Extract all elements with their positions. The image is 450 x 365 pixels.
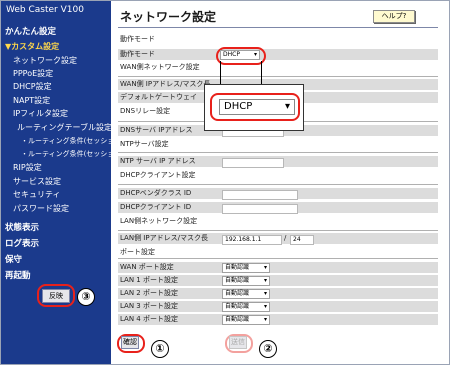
ntp-input[interactable] <box>222 158 284 168</box>
section-ntp: NTPサーバ設定 <box>120 140 169 148</box>
section-dns-relay: DNSリレー設定 <box>120 107 171 115</box>
separator <box>118 184 438 185</box>
port-select[interactable]: 自動認識 <box>222 263 270 273</box>
sidebar-item-service[interactable]: サービス設定 <box>13 176 61 187</box>
sidebar: Web Caster V100 かんたん設定 ▼カスタム設定 ネットワーク設定 … <box>1 1 129 364</box>
separator <box>118 258 438 259</box>
sidebar-item-custom-setup[interactable]: ▼カスタム設定 <box>5 41 59 52</box>
section-dhcp-client: DHCPクライアント設定 <box>120 171 196 179</box>
port-label: LAN 1 ポート設定 <box>120 276 178 284</box>
sidebar-item-password[interactable]: パスワード設定 <box>13 203 69 214</box>
port-label: WAN ポート設定 <box>120 263 174 271</box>
annotation-3: ③ <box>77 288 95 306</box>
port-row: LAN 1 ポート設定 自動認識 <box>118 275 438 286</box>
help-button[interactable]: ヘルプ? <box>373 10 415 23</box>
sidebar-item-easy-setup[interactable]: かんたん設定 <box>5 25 56 37</box>
client-id-input[interactable] <box>222 204 298 214</box>
lan-mask-separator: / <box>284 234 287 242</box>
section-mode: 動作モード <box>120 35 155 43</box>
section-port: ポート設定 <box>120 248 155 256</box>
vendor-class-input[interactable] <box>222 190 298 200</box>
mode-row: 動作モード <box>118 49 438 60</box>
zoom-mode-select[interactable]: DHCP <box>219 99 295 115</box>
separator <box>118 152 438 153</box>
confirm-button[interactable]: 確認 <box>121 336 139 349</box>
annotation-1: ① <box>151 340 169 358</box>
section-wan: WAN側ネットワーク設定 <box>120 63 200 71</box>
separator <box>118 230 438 231</box>
sidebar-item-napt[interactable]: NAPT設定 <box>13 95 50 106</box>
port-select[interactable]: 自動認識 <box>222 276 270 286</box>
sidebar-item-status[interactable]: 状態表示 <box>5 221 39 233</box>
sidebar-item-ip-filter[interactable]: IPフィルタ設定 <box>13 108 68 119</box>
sidebar-item-routing-session1[interactable]: ・ルーティング条件(セッション1) <box>21 136 129 146</box>
wan-ip-label: WAN側 IPアドレス/マスク長 <box>120 80 211 88</box>
dns-server-label: DNSサーバ IPアドレス <box>120 126 193 134</box>
sidebar-item-routing-session2[interactable]: ・ルーティング条件(セッション2) <box>21 149 129 159</box>
reflect-button[interactable]: 反映 <box>42 289 70 303</box>
title-underline <box>118 27 438 28</box>
sidebar-item-log[interactable]: ログ表示 <box>5 237 39 249</box>
separator <box>118 76 438 77</box>
sidebar-item-pppoe[interactable]: PPPoE設定 <box>13 68 53 79</box>
sidebar-item-security[interactable]: セキュリティ <box>13 189 61 200</box>
port-row: LAN 2 ポート設定 自動認識 <box>118 288 438 299</box>
port-select[interactable]: 自動認識 <box>222 302 270 312</box>
ntp-label: NTP サーバ IP アドレス <box>120 157 196 165</box>
sidebar-item-network[interactable]: ネットワーク設定 <box>13 55 77 66</box>
port-select[interactable]: 自動認識 <box>222 289 270 299</box>
gateway-label: デフォルトゲートウェイ <box>120 93 197 101</box>
sidebar-item-routing-table[interactable]: ルーティングテーブル設定 <box>17 122 112 133</box>
zoom-callout: DHCP <box>204 84 304 131</box>
lan-ip-input[interactable]: 192.168.1.1 <box>222 235 282 245</box>
port-label: LAN 4 ポート設定 <box>120 315 178 323</box>
sidebar-item-dhcp[interactable]: DHCP設定 <box>13 81 52 92</box>
callout-line <box>261 61 262 84</box>
mode-label: 動作モード <box>120 50 155 58</box>
port-row: WAN ポート設定 自動認識 <box>118 262 438 273</box>
port-row: LAN 3 ポート設定 自動認識 <box>118 301 438 312</box>
section-lan: LAN側ネットワーク設定 <box>120 217 198 225</box>
vendor-class-label: DHCPベンダクラス ID <box>120 189 192 197</box>
sidebar-item-reboot[interactable]: 再起動 <box>5 269 31 281</box>
port-label: LAN 3 ポート設定 <box>120 302 178 310</box>
submit-button[interactable]: 送信 <box>229 336 247 349</box>
client-id-label: DHCPクライアント ID <box>120 203 192 211</box>
zoom-highlight: DHCP <box>210 93 300 121</box>
lan-ip-label: LAN側 IPアドレス/マスク長 <box>120 234 208 242</box>
sidebar-item-maintenance[interactable]: 保守 <box>5 253 22 265</box>
brand-label: Web Caster V100 <box>6 5 84 15</box>
port-row: LAN 4 ポート設定 自動認識 <box>118 314 438 325</box>
sidebar-item-rip[interactable]: RIP設定 <box>13 162 42 173</box>
port-select[interactable]: 自動認識 <box>222 315 270 325</box>
port-label: LAN 2 ポート設定 <box>120 289 178 297</box>
annotation-2: ② <box>259 340 277 358</box>
callout-line <box>220 61 221 84</box>
lan-mask-input[interactable]: 24 <box>290 235 314 245</box>
page-title: ネットワーク設定 <box>120 10 217 24</box>
mode-select[interactable]: DHCP <box>220 50 260 60</box>
